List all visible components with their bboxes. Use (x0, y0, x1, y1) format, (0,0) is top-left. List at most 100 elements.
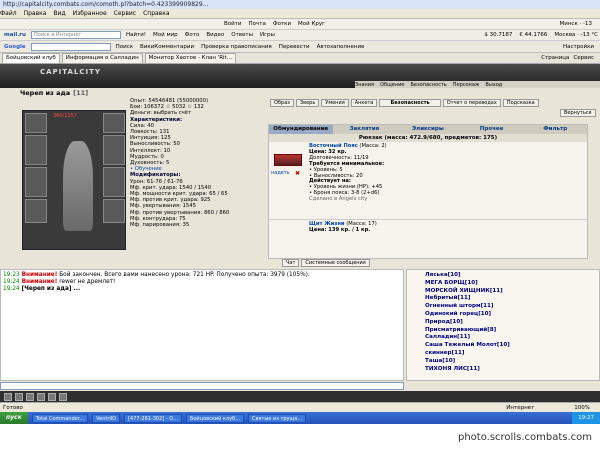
back-button[interactable]: Вернуться (560, 109, 596, 117)
pet-button[interactable]: Зверь (295, 99, 320, 107)
nav-knowledge[interactable]: Знания (355, 82, 374, 88)
task-ventrilo[interactable]: VentrilO (92, 413, 121, 423)
delete-icon[interactable]: ✖ (295, 170, 300, 177)
hint-button[interactable]: Подсказка (502, 99, 539, 107)
mail-button[interactable]: Почта (247, 21, 268, 27)
start-button[interactable]: пуск (0, 412, 28, 424)
spellcheck-button[interactable]: Проверка правописания (199, 44, 274, 50)
clear-icon[interactable] (15, 392, 23, 401)
myworld-button[interactable]: Мой мир (151, 32, 180, 38)
earring-slot[interactable] (103, 113, 125, 133)
user-item[interactable]: Саша Тяжелый Молот[10] (425, 342, 597, 350)
menu-file[interactable]: Файл (0, 9, 17, 19)
shield-slot[interactable] (103, 135, 125, 165)
task-totalcmd[interactable]: Total Commander... (31, 413, 89, 423)
tab-elixirs[interactable]: Эликсиры (396, 125, 460, 134)
tab-other[interactable]: Прочее (460, 125, 524, 134)
user-item[interactable]: Присматривающий[8] (425, 327, 597, 335)
wiki-button[interactable]: ВикиКомментарии (138, 44, 196, 50)
tab-chat[interactable]: Чат (282, 259, 300, 267)
autofill-button[interactable]: Автозаполнение (315, 44, 367, 50)
weapon-slot[interactable] (25, 135, 47, 165)
user-item[interactable]: Ляська[10] (425, 272, 597, 280)
google-search-button[interactable]: Поиск (114, 44, 135, 50)
chat-input[interactable] (0, 382, 404, 390)
tab-system[interactable]: Системные сообщения (301, 259, 370, 267)
task-icq[interactable]: [477-261-302] - О... (124, 413, 182, 423)
profile-button[interactable]: Анкета (350, 99, 378, 107)
refresh-icon[interactable] (59, 392, 67, 401)
mycircle-button[interactable]: Мой Круг (296, 21, 327, 27)
character-actions: Образ Зверь Умения Анкета Безопасность О… (270, 99, 539, 107)
skills-button[interactable]: Умения (321, 99, 349, 107)
find-button[interactable]: Найти! (124, 32, 148, 38)
user-item[interactable]: ТИХОНЯ ЛИС[11] (425, 366, 597, 374)
settings-button[interactable]: Настройки (561, 44, 596, 50)
character-level: [11] (73, 89, 89, 97)
nav-chat[interactable]: Общение (380, 82, 404, 88)
menu-help[interactable]: Справка (143, 9, 169, 19)
sound-icon[interactable] (48, 392, 56, 401)
browser-tabs: Бойцовский клуб Информация о Салладин Мо… (0, 53, 600, 64)
nav-character[interactable]: Персонаж (453, 82, 480, 88)
status-zoom[interactable]: 100% (574, 403, 590, 413)
user-item[interactable]: МЕГА БОРЩ[10] (425, 280, 597, 288)
user-item[interactable]: скиннер[11] (425, 350, 597, 358)
boots-slot[interactable] (103, 199, 125, 223)
inventory-item: Щит Жизни (Масса: 17) Цена: 139 кр. / 1 … (269, 220, 587, 250)
taskbar-clock: 19:27 (572, 412, 600, 424)
chat-line: 19:23 Внимание! Бой закончен. Всего вами… (3, 272, 310, 278)
photos-button[interactable]: Фотки (271, 21, 293, 27)
search-input[interactable]: Поиск в Интернет (30, 31, 121, 39)
image-button[interactable]: Образ (270, 99, 294, 107)
menu-favorites[interactable]: Избранное (73, 9, 107, 19)
watermark: photo.scrolls.combats.com (457, 432, 592, 443)
taskbar: пуск Total Commander... VentrilO [477-26… (0, 412, 600, 424)
menu-edit[interactable]: Правка (24, 9, 47, 19)
tab-equipment[interactable]: Обмундирование (269, 125, 333, 134)
menu-tools[interactable]: Сервис (114, 9, 136, 19)
smile-icon[interactable] (4, 392, 12, 401)
inventory-tabs: Обмундирование Заклятия Эликсиры Прочее … (269, 125, 587, 134)
tab-spells[interactable]: Заклятия (333, 125, 397, 134)
photo-button[interactable]: Фото (183, 32, 202, 38)
user-item[interactable]: Салладин[11] (425, 334, 597, 342)
user-item[interactable]: Природ[10] (425, 319, 597, 327)
user-item[interactable]: Огненный шторм[11] (425, 303, 597, 311)
user-item[interactable]: Одинокий горец[10] (425, 311, 597, 319)
enter-button[interactable]: Войти (222, 21, 244, 27)
filter-icon[interactable] (26, 392, 34, 401)
armor-slot[interactable] (25, 167, 47, 197)
games-button[interactable]: Игры (258, 32, 277, 38)
mod-7: Мф. парирования: 35 (130, 222, 190, 229)
backpack-header: Рюкзак (масса: 472.9/680, предметов: 175… (269, 134, 587, 142)
user-item[interactable]: Таша[10] (425, 358, 597, 366)
answers-button[interactable]: Ответы (229, 32, 255, 38)
translate-button[interactable]: Перевести (277, 44, 312, 50)
tab-monitor[interactable]: Монитор Хаотов - Клан 'Rit... (144, 53, 236, 63)
translit-icon[interactable] (37, 392, 45, 401)
tab-fightclub[interactable]: Бойцовский клуб (2, 53, 60, 63)
task-saints[interactable]: Святые из труща... (247, 413, 307, 423)
tools-menu[interactable]: Сервис (571, 55, 596, 61)
gloves-slot[interactable] (103, 167, 125, 197)
tab-filter[interactable]: Фильтр (523, 125, 587, 134)
task-fightclub[interactable]: Бойцовский клуб... (185, 413, 244, 423)
nav-exit[interactable]: Выход (485, 82, 502, 88)
transfers-button[interactable]: Отчет о переводах (442, 99, 501, 107)
helmet-slot[interactable] (25, 113, 47, 133)
equip-link[interactable]: надеть (271, 170, 290, 176)
character-avatar[interactable] (63, 141, 93, 231)
menu-view[interactable]: Вид (53, 9, 65, 19)
belt-slot[interactable] (25, 199, 47, 223)
nav-security[interactable]: Безопасность (410, 82, 446, 88)
belt-item-icon[interactable] (274, 154, 302, 166)
video-button[interactable]: Видео (204, 32, 226, 38)
google-search-input[interactable] (30, 42, 111, 51)
security-button[interactable]: Безопасность (379, 99, 441, 107)
status-text: Готово (3, 404, 23, 411)
menu-bar: Файл Правка Вид Избранное Сервис Справка (0, 9, 600, 19)
eur-rate: € 44.1766 (519, 32, 548, 38)
page-menu[interactable]: Страница (539, 55, 571, 61)
tab-info[interactable]: Информация о Салладин (61, 53, 143, 63)
